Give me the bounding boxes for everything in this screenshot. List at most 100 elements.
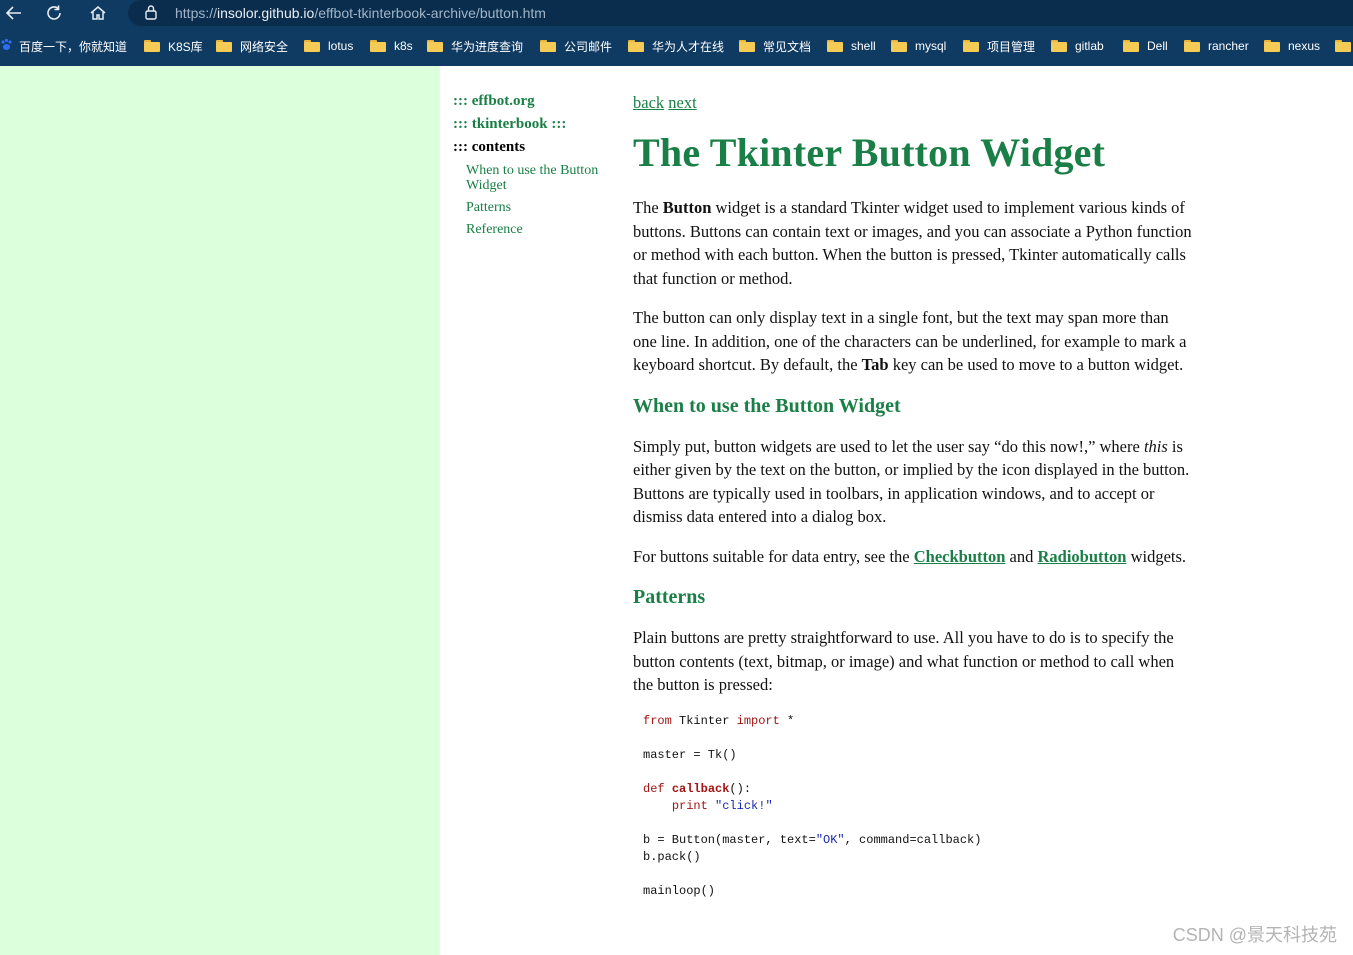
code-text: (): xyxy=(729,781,752,796)
bookmark-label: 项目管理 xyxy=(987,39,1036,54)
text: widgets. xyxy=(1126,546,1187,566)
bookmark-folder[interactable]: shell xyxy=(827,37,876,55)
bookmark-label: rancher xyxy=(1208,39,1249,53)
watermark: CSDN @景天科技苑 xyxy=(1172,925,1337,945)
code-text: master = Tk() xyxy=(643,747,737,762)
bookmark-folder[interactable]: 公司邮件 xyxy=(540,37,612,55)
browser-toolbar: https://insolor.github.io/effbot-tkinter… xyxy=(0,0,1353,26)
patterns-paragraph: Plain buttons are pretty straightforward… xyxy=(633,628,1175,694)
code-function: callback xyxy=(671,781,730,796)
radiobutton-link[interactable]: Radiobutton xyxy=(1038,547,1127,566)
bookmark-label: K8S库 xyxy=(168,39,203,54)
left-margin-panel xyxy=(0,66,440,955)
bookmark-overflow[interactable] xyxy=(1335,37,1353,55)
folder-icon xyxy=(963,40,979,52)
folder-icon xyxy=(739,40,755,52)
home-icon[interactable] xyxy=(84,0,112,26)
bookmark-folder[interactable]: 网络安全 xyxy=(216,37,288,55)
bookmark-folder[interactable]: Dell xyxy=(1123,37,1168,55)
bookmark-folder[interactable]: 华为人才在线 xyxy=(628,37,724,55)
bookmark-label: Dell xyxy=(1147,39,1168,53)
url-host: insolor.github.io xyxy=(217,5,315,21)
folder-icon xyxy=(540,40,556,52)
code-keyword: print xyxy=(671,798,708,813)
bookmark-label: nexus xyxy=(1288,39,1321,53)
sidebar-link-tkinterbook[interactable]: ::: tkinterbook ::: xyxy=(453,114,623,137)
code-text: Tkinter xyxy=(671,713,737,728)
folder-icon xyxy=(1051,40,1067,52)
intro-paragraph: The button can only display text in a si… xyxy=(633,306,1193,377)
code-block: from Tkinter import * master = Tk() def … xyxy=(643,713,1193,900)
code-text: * xyxy=(779,713,795,728)
sidebar-link-effbot[interactable]: ::: effbot.org xyxy=(453,91,623,114)
bookmark-folder[interactable]: lotus xyxy=(304,37,353,55)
sidebar-item-when-to-use[interactable]: When to use the Button Widget xyxy=(466,163,623,193)
bookmark-folder[interactable]: k8s xyxy=(370,37,413,55)
bookmark-folder[interactable]: nexus xyxy=(1264,37,1320,55)
bookmark-label: mysql xyxy=(915,39,947,53)
checkbutton-link[interactable]: Checkbutton xyxy=(914,547,1006,566)
bookmark-label: 华为人才在线 xyxy=(652,39,725,54)
folder-icon xyxy=(304,40,320,52)
paw-icon xyxy=(0,38,13,54)
section-heading-patterns: Patterns xyxy=(633,586,706,608)
italic-term: this xyxy=(1143,436,1168,456)
url-path: /effbot-tkinterbook-archive/button.htm xyxy=(314,5,546,21)
sidebar-item-reference[interactable]: Reference xyxy=(466,222,623,237)
bookmark-baidu[interactable]: 百度一下，你就知道 xyxy=(0,37,127,55)
folder-icon xyxy=(1184,40,1200,52)
back-link[interactable]: back xyxy=(633,93,664,112)
sidebar-nav: ::: effbot.org ::: tkinterbook ::: ::: c… xyxy=(453,91,623,237)
folder-icon xyxy=(1264,40,1280,52)
bookmark-label: 常见文档 xyxy=(763,39,812,54)
bookmark-folder[interactable]: 华为进度查询 xyxy=(427,37,523,55)
section-heading-when: When to use the Button Widget xyxy=(633,394,901,417)
bookmark-label: 网络安全 xyxy=(240,39,289,54)
reload-icon[interactable] xyxy=(40,0,68,26)
text: key can be used to move to a button widg… xyxy=(888,355,1184,374)
folder-icon xyxy=(628,40,644,52)
back-arrow-icon[interactable] xyxy=(0,0,28,26)
sidebar-contents-heading: ::: contents xyxy=(453,139,526,155)
when-paragraph: For buttons suitable for data entry, see… xyxy=(633,545,1193,569)
intro-paragraph: The Button widget is a standard Tkinter … xyxy=(633,196,1193,290)
bookmark-folder[interactable]: 常见文档 xyxy=(739,37,811,55)
text: widget is a standard Tkinter widget used… xyxy=(633,198,1192,288)
main-content: back next The Tkinter Button Widget The … xyxy=(633,92,1193,900)
code-string: "OK" xyxy=(815,832,845,847)
folder-icon xyxy=(216,40,232,52)
bookmark-label: k8s xyxy=(394,39,413,53)
bookmark-folder[interactable]: rancher xyxy=(1184,37,1249,55)
bookmark-label: 百度一下，你就知道 xyxy=(19,39,128,54)
next-link[interactable]: next xyxy=(668,93,696,112)
page-nav: back next xyxy=(633,92,1193,118)
url-scheme: https:// xyxy=(175,5,218,21)
code-text: b = Button(master, text= xyxy=(643,832,816,847)
sidebar-item-patterns[interactable]: Patterns xyxy=(466,200,623,215)
url-text[interactable]: https://insolor.github.io/effbot-tkinter… xyxy=(175,4,546,22)
text: The xyxy=(633,198,663,217)
bookmark-folder[interactable]: mysql xyxy=(891,37,946,55)
bookmark-folder[interactable]: K8S库 xyxy=(144,37,203,55)
bold-term: Button xyxy=(662,198,712,217)
bookmark-label: 公司邮件 xyxy=(564,39,613,54)
text: For buttons suitable for data entry, see… xyxy=(633,546,914,566)
folder-icon xyxy=(427,40,443,52)
bookmark-label: gitlab xyxy=(1075,39,1104,53)
text: Simply put, button widgets are used to l… xyxy=(633,436,1144,456)
bookmark-folder[interactable]: gitlab xyxy=(1051,37,1104,55)
folder-icon xyxy=(144,40,160,52)
code-string: "click!" xyxy=(715,798,773,813)
folder-icon xyxy=(891,40,907,52)
folder-icon xyxy=(370,40,386,52)
page-title: The Tkinter Button Widget xyxy=(633,130,1106,175)
lock-icon[interactable] xyxy=(144,4,158,25)
bookmark-folder[interactable]: 项目管理 xyxy=(963,37,1035,55)
bookmarks-bar: 百度一下，你就知道 K8S库 网络安全 lotus k8s 华为进度查询 公司邮… xyxy=(0,26,1353,66)
code-keyword: import xyxy=(736,713,780,728)
code-keyword: def xyxy=(643,781,665,796)
when-paragraph: Simply put, button widgets are used to l… xyxy=(633,435,1193,529)
bookmark-label: shell xyxy=(851,39,876,53)
address-bar[interactable]: https://insolor.github.io/effbot-tkinter… xyxy=(128,0,1353,26)
folder-icon xyxy=(827,40,843,52)
